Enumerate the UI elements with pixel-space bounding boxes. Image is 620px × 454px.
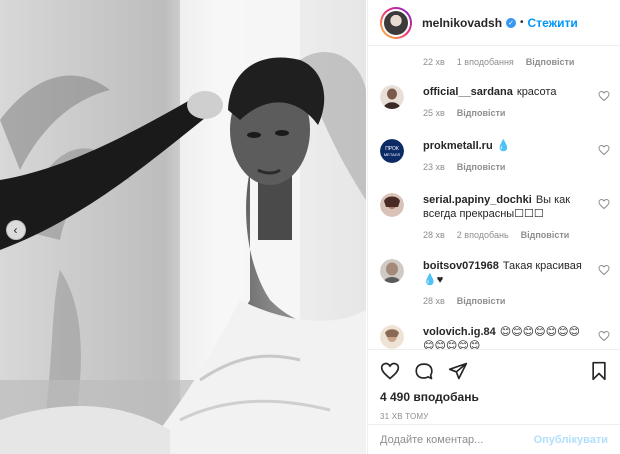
heart-icon[interactable] (598, 330, 610, 342)
list-item: boitsov071968 Такая красивая 💧♥ 28 хв Від… (380, 259, 610, 308)
photo-image (0, 0, 366, 454)
comment-icon[interactable] (414, 361, 434, 381)
chevron-left-icon: ‹ (13, 223, 18, 237)
comment-meta: 28 хв Відповісти (423, 294, 588, 308)
reply-button[interactable]: Відповісти (457, 294, 506, 308)
avatar[interactable] (380, 259, 404, 283)
comment-username[interactable]: official__sardana (423, 86, 513, 98)
avatar[interactable]: ПРОК МЕТАЛЛ (380, 139, 404, 163)
list-item: ПРОК МЕТАЛЛ prokmetall.ru 💧 23 хв Відповіс… (380, 139, 610, 174)
caption-meta: 22 хв 1 вподобання Відповісти (368, 47, 620, 67)
heart-icon[interactable] (598, 144, 610, 156)
reply-button[interactable]: Відповісти (521, 228, 570, 242)
avatar-image (382, 8, 410, 37)
list-item: official__sardana красота 25 хв Відповіст… (380, 85, 610, 120)
follow-button[interactable]: Стежити (528, 16, 578, 30)
post-actions: 4 490 вподобань 31 ХВ ТОМУ (368, 349, 620, 421)
comment-username[interactable]: serial.papiny_dochki (423, 194, 532, 206)
heart-icon[interactable] (598, 264, 610, 276)
comment-time: 22 хв (423, 57, 445, 67)
avatar[interactable] (380, 193, 404, 217)
author-avatar[interactable] (380, 6, 412, 39)
comment-time: 28 хв (423, 230, 445, 240)
avatar[interactable] (380, 325, 404, 349)
heart-icon[interactable] (598, 90, 610, 102)
posted-time[interactable]: 31 ХВ ТОМУ (380, 412, 608, 421)
likes-count[interactable]: 4 490 вподобань (380, 390, 608, 404)
comment-meta: 23 хв Відповісти (423, 160, 588, 174)
reply-button[interactable]: Відповісти (457, 160, 506, 174)
comment-username[interactable]: volovich.ig.84 (423, 326, 496, 338)
comment-time: 28 хв (423, 296, 445, 306)
list-item: serial.papiny_dochki Вы как всегда прекра… (380, 193, 610, 242)
post-sidebar: melnikovadsh ✓ • Стежити 22 хв 1 вподоба… (367, 0, 620, 454)
separator-dot: • (520, 17, 524, 28)
post-photo[interactable]: ‹ (0, 0, 366, 454)
comment-username[interactable]: boitsov071968 (423, 260, 499, 272)
reply-button[interactable]: Відповісти (526, 57, 575, 67)
share-icon[interactable] (448, 361, 468, 381)
comment-likes[interactable]: 2 вподобань (457, 228, 509, 242)
comment-input[interactable] (380, 433, 534, 446)
svg-text:МЕТАЛЛ: МЕТАЛЛ (384, 152, 401, 157)
comment-meta: 25 хв Відповісти (423, 106, 588, 120)
comment-meta: 28 хв 2 вподобань Відповісти (423, 228, 588, 242)
bookmark-icon[interactable] (590, 361, 608, 381)
author-username[interactable]: melnikovadsh (422, 16, 502, 30)
heart-icon[interactable] (380, 361, 400, 381)
comment-text: красота (516, 86, 557, 98)
carousel-prev-button[interactable]: ‹ (6, 220, 26, 240)
add-comment-bar: Опублікувати (368, 424, 620, 454)
comment-likes[interactable]: 1 вподобання (457, 57, 514, 67)
action-icons (380, 358, 608, 384)
comments-list[interactable]: 22 хв 1 вподобання Відповісти official__… (368, 47, 620, 349)
comment-username[interactable]: prokmetall.ru (423, 140, 493, 152)
list-item: volovich.ig.84 😊😊😊😊😊😊😊😊😊😊😊😊 (380, 325, 610, 349)
heart-icon[interactable] (598, 198, 610, 210)
comment-time: 25 хв (423, 108, 445, 118)
post-header: melnikovadsh ✓ • Стежити (368, 0, 620, 46)
reply-button[interactable]: Відповісти (457, 106, 506, 120)
comment-time: 23 хв (423, 162, 445, 172)
comment-text: 💧 (496, 140, 511, 152)
avatar[interactable] (380, 85, 404, 109)
publish-button[interactable]: Опублікувати (534, 434, 608, 446)
verified-badge-icon: ✓ (506, 17, 517, 28)
